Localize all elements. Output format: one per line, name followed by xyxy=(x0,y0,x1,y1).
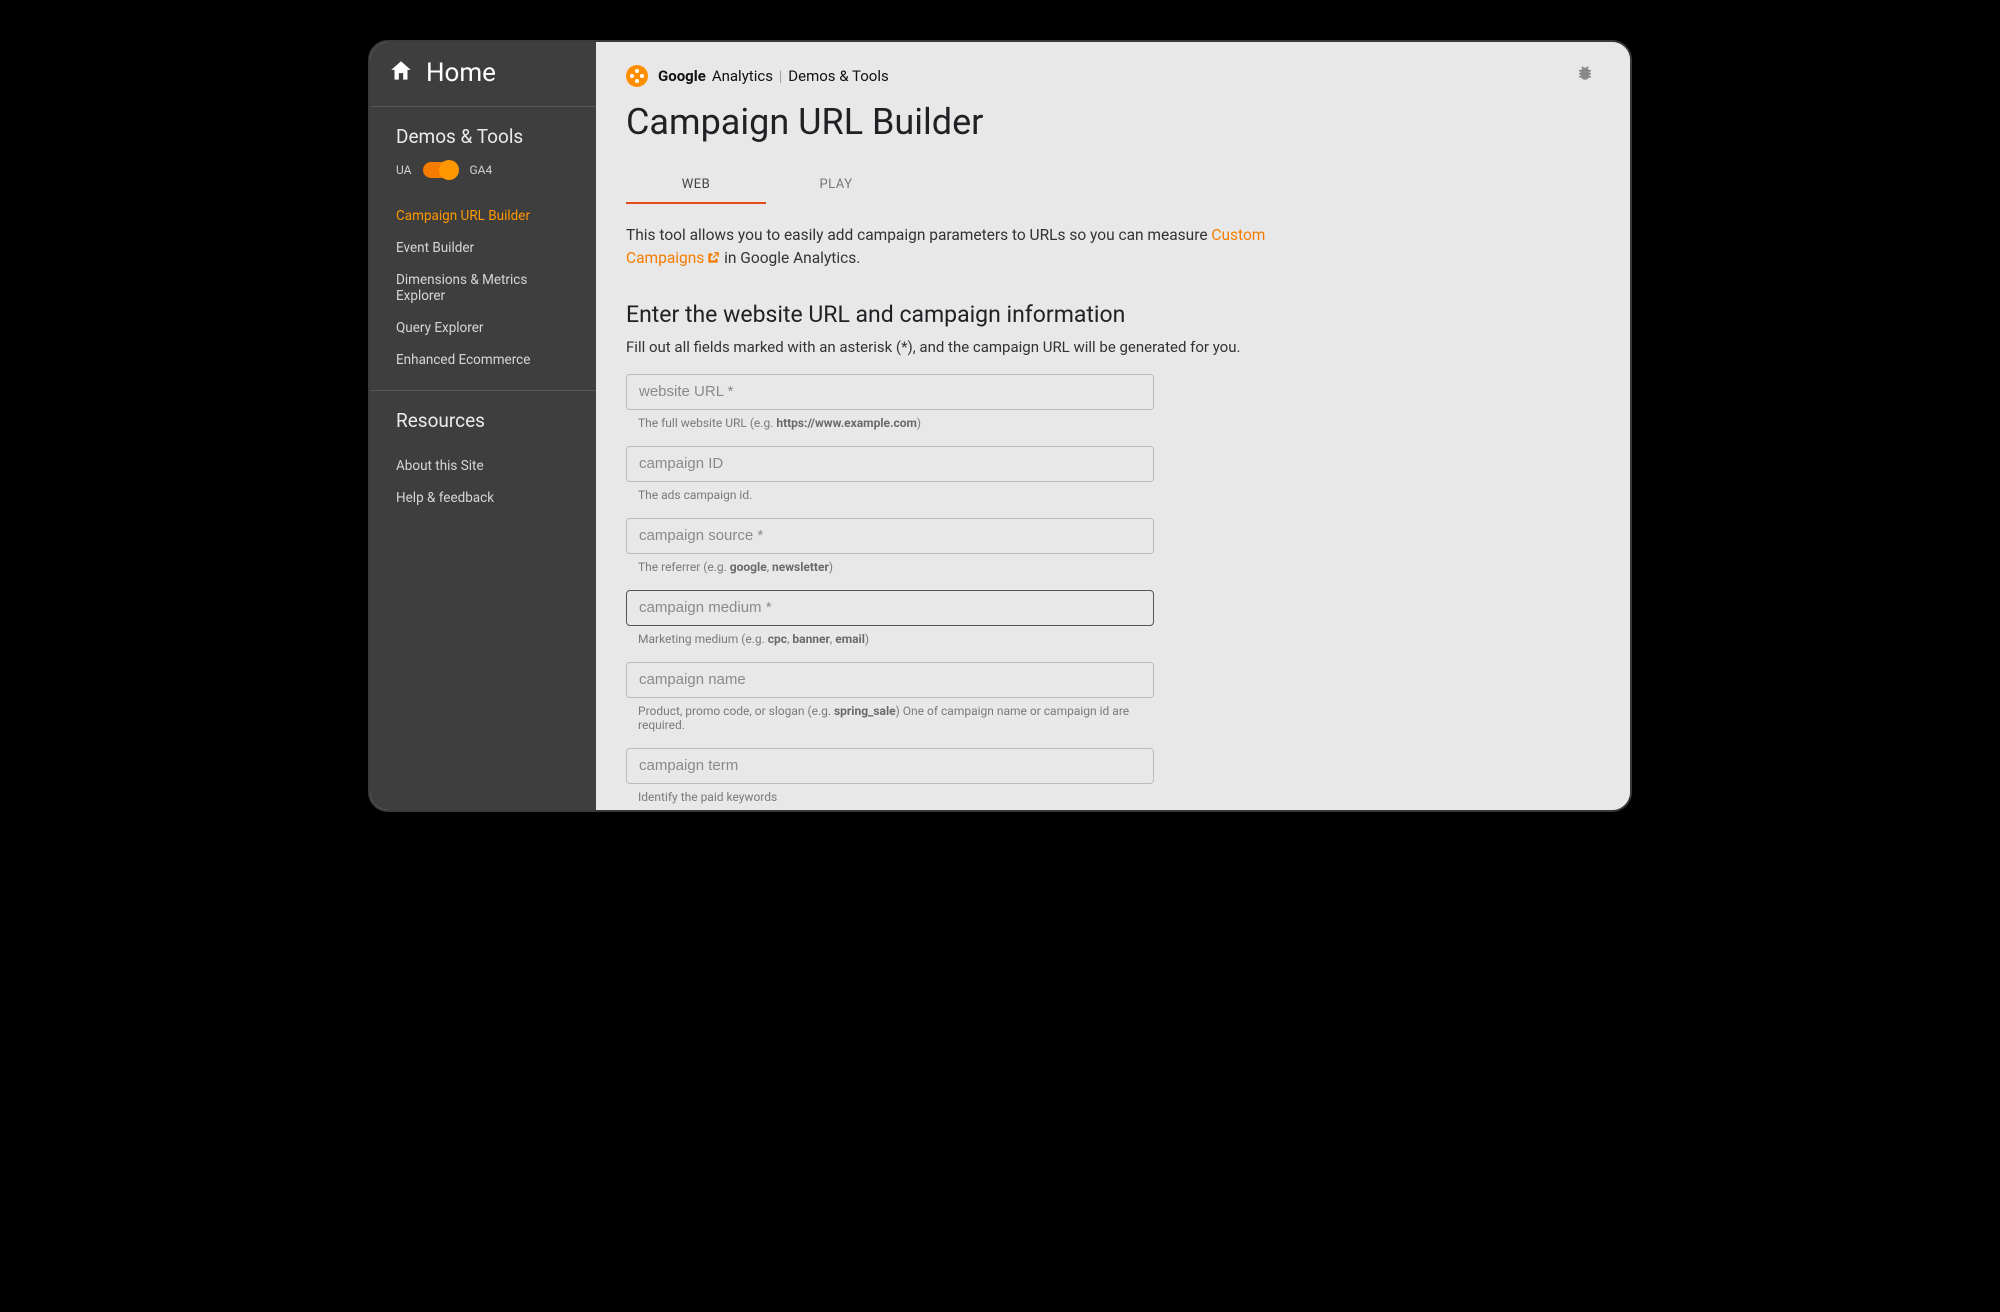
toggle-label-ga4: GA4 xyxy=(469,163,492,177)
sidebar-item-about-this-site[interactable]: About this Site xyxy=(370,450,596,482)
field-campaign-name: Product, promo code, or slogan (e.g. spr… xyxy=(626,662,1154,732)
intro-text: This tool allows you to easily add campa… xyxy=(626,224,1346,273)
campaign-id-helper: The ads campaign id. xyxy=(626,482,1154,502)
sidebar-nav-resources: About this SiteHelp & feedback xyxy=(370,446,596,518)
sidebar: Home Demos & Tools UA GA4 Campaign URL B… xyxy=(370,42,596,810)
campaign-source-helper: The referrer (e.g. google, newsletter) xyxy=(626,554,1154,574)
sidebar-item-help-feedback[interactable]: Help & feedback xyxy=(370,482,596,514)
intro-pre: This tool allows you to easily add campa… xyxy=(626,226,1211,244)
app-window: Home Demos & Tools UA GA4 Campaign URL B… xyxy=(368,40,1632,812)
website-url-input[interactable] xyxy=(626,374,1154,410)
main-content: Google Analytics | Demos & Tools Campaig… xyxy=(596,42,1630,810)
sidebar-item-dimensions-metrics-explorer[interactable]: Dimensions & Metrics Explorer xyxy=(370,264,596,312)
campaign-term-input[interactable] xyxy=(626,748,1154,784)
ua-ga4-toggle-row: UA GA4 xyxy=(396,162,570,178)
sidebar-item-query-explorer[interactable]: Query Explorer xyxy=(370,312,596,344)
home-icon xyxy=(388,58,414,88)
home-link[interactable]: Home xyxy=(370,42,596,107)
brand-text: Google Analytics | Demos & Tools xyxy=(658,67,889,85)
brand-bold: Google xyxy=(658,67,706,85)
home-label: Home xyxy=(426,58,496,88)
brand-sep: | xyxy=(779,67,782,85)
campaign-medium-input[interactable] xyxy=(626,590,1154,626)
campaign-medium-helper: Marketing medium (e.g. cpc, banner, emai… xyxy=(626,626,1154,646)
campaign-id-input[interactable] xyxy=(626,446,1154,482)
campaign-source-input[interactable] xyxy=(626,518,1154,554)
brand-suffix: Demos & Tools xyxy=(788,67,888,85)
ga-logo-icon xyxy=(626,65,648,87)
campaign-name-helper: Product, promo code, or slogan (e.g. spr… xyxy=(626,698,1154,732)
sidebar-section-title: Resources xyxy=(396,409,570,432)
tab-play[interactable]: PLAY xyxy=(766,167,906,204)
form-fields: The full website URL (e.g. https://www.e… xyxy=(626,374,1600,804)
tab-web[interactable]: WEB xyxy=(626,167,766,204)
page-title: Campaign URL Builder xyxy=(626,101,1600,143)
sidebar-nav: Campaign URL BuilderEvent BuilderDimensi… xyxy=(370,196,596,380)
sidebar-section-title: Demos & Tools xyxy=(396,125,570,148)
field-campaign-source: The referrer (e.g. google, newsletter) xyxy=(626,518,1154,574)
field-campaign-medium: Marketing medium (e.g. cpc, banner, emai… xyxy=(626,590,1154,646)
form-subtitle: Fill out all fields marked with an aster… xyxy=(626,338,1600,356)
form-title: Enter the website URL and campaign infor… xyxy=(626,301,1600,328)
ua-ga4-toggle[interactable] xyxy=(423,162,457,178)
external-link-icon xyxy=(706,249,720,272)
sidebar-item-enhanced-ecommerce[interactable]: Enhanced Ecommerce xyxy=(370,344,596,376)
field-website-url: The full website URL (e.g. https://www.e… xyxy=(626,374,1154,430)
intro-post: in Google Analytics. xyxy=(720,249,860,267)
campaign-name-input[interactable] xyxy=(626,662,1154,698)
brand-light: Analytics xyxy=(712,67,773,85)
sidebar-section-demos: Demos & Tools UA GA4 xyxy=(370,107,596,196)
bug-report-icon[interactable] xyxy=(1576,64,1600,87)
brand[interactable]: Google Analytics | Demos & Tools xyxy=(626,65,889,87)
campaign-term-helper: Identify the paid keywords xyxy=(626,784,1154,804)
tabs: WEBPLAY xyxy=(626,167,1600,204)
sidebar-item-campaign-url-builder[interactable]: Campaign URL Builder xyxy=(370,200,596,232)
website-url-helper: The full website URL (e.g. https://www.e… xyxy=(626,410,1154,430)
topbar: Google Analytics | Demos & Tools xyxy=(596,42,1630,87)
field-campaign-term: Identify the paid keywords xyxy=(626,748,1154,804)
toggle-label-ua: UA xyxy=(396,163,411,177)
sidebar-item-event-builder[interactable]: Event Builder xyxy=(370,232,596,264)
page-content: Campaign URL Builder WEBPLAY This tool a… xyxy=(596,87,1630,810)
field-campaign-id: The ads campaign id. xyxy=(626,446,1154,502)
